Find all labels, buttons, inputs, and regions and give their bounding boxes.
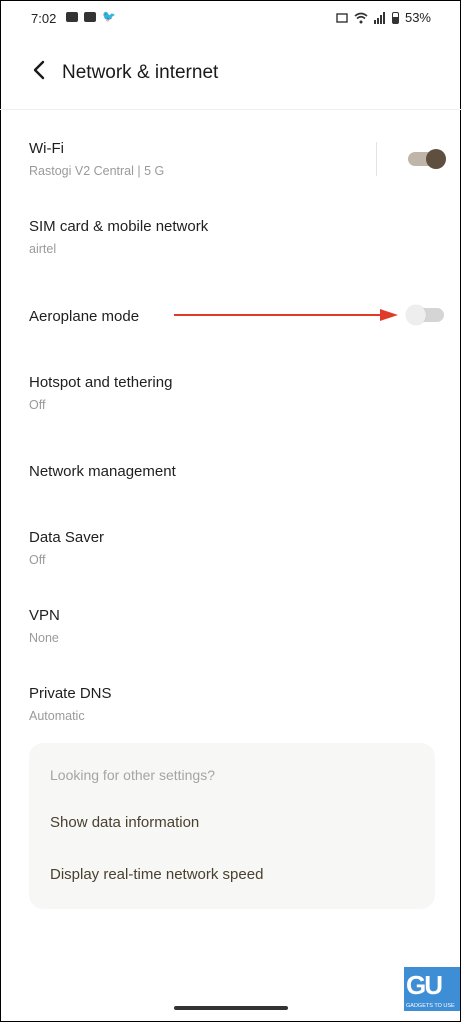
gesture-nav-bar[interactable]	[174, 1006, 288, 1010]
show-data-information-link[interactable]: Show data information	[50, 814, 199, 831]
private-dns-status: Automatic	[29, 709, 85, 723]
wifi-divider	[376, 142, 377, 176]
header-divider	[0, 109, 463, 110]
network-management-item[interactable]: Network management	[29, 463, 429, 480]
private-dns-item[interactable]: Private DNS Automatic	[29, 685, 429, 723]
data-saver-label: Data Saver	[29, 529, 105, 546]
vpn-item[interactable]: VPN None	[29, 607, 429, 645]
aeroplane-toggle-knob	[406, 305, 426, 325]
aeroplane-toggle[interactable]	[406, 305, 444, 325]
wifi-toggle-knob	[426, 149, 446, 169]
wifi-item[interactable]: Wi-Fi Rastogi V2 Central | 5 G	[29, 140, 429, 178]
watermark-text: GADGETS TO USE	[406, 1003, 455, 1009]
status-bar: 7:02 🐦 53%	[0, 0, 463, 38]
hotspot-label: Hotspot and tethering	[29, 374, 173, 391]
sim-carrier: airtel	[29, 242, 57, 256]
network-management-label: Network management	[29, 463, 176, 480]
sim-item[interactable]: SIM card & mobile network airtel	[29, 218, 429, 256]
wifi-label: Wi-Fi	[29, 140, 64, 157]
youtube-icon	[66, 12, 78, 22]
other-settings-hint: Looking for other settings?	[50, 767, 215, 783]
vpn-status: None	[29, 631, 59, 645]
wifi-network-name: Rastogi V2 Central | 5 G	[29, 164, 165, 178]
page-title: Network & internet	[62, 62, 219, 83]
battery-percent: 53%	[404, 10, 431, 25]
vpn-label: VPN	[29, 607, 60, 624]
sim-label: SIM card & mobile network	[29, 218, 209, 235]
other-settings-card: Looking for other settings? Show data in…	[29, 743, 435, 909]
twitter-icon: 🐦	[102, 11, 116, 23]
system-icons: 53%	[336, 10, 431, 25]
battery-icon	[391, 11, 399, 24]
data-saver-item[interactable]: Data Saver Off	[29, 529, 429, 567]
annotation-arrow	[174, 309, 398, 321]
wifi-toggle[interactable]	[408, 149, 446, 169]
hotspot-status: Off	[29, 398, 46, 412]
status-time: 7:02	[31, 11, 57, 26]
display-network-speed-link[interactable]: Display real-time network speed	[50, 866, 263, 883]
watermark-logo-mark: GU	[406, 970, 443, 1000]
signal-icon	[373, 11, 385, 24]
notification-icons: 🐦	[66, 11, 116, 23]
volte-icon	[336, 12, 348, 23]
back-arrow-icon[interactable]	[28, 58, 52, 82]
youtube-icon	[84, 12, 96, 22]
wifi-icon	[354, 12, 368, 23]
data-saver-status: Off	[29, 553, 46, 567]
app-bar: Network & internet	[0, 40, 463, 108]
watermark-logo: GU GADGETS TO USE	[404, 967, 460, 1011]
private-dns-label: Private DNS	[29, 685, 112, 702]
hotspot-item[interactable]: Hotspot and tethering Off	[29, 374, 429, 412]
